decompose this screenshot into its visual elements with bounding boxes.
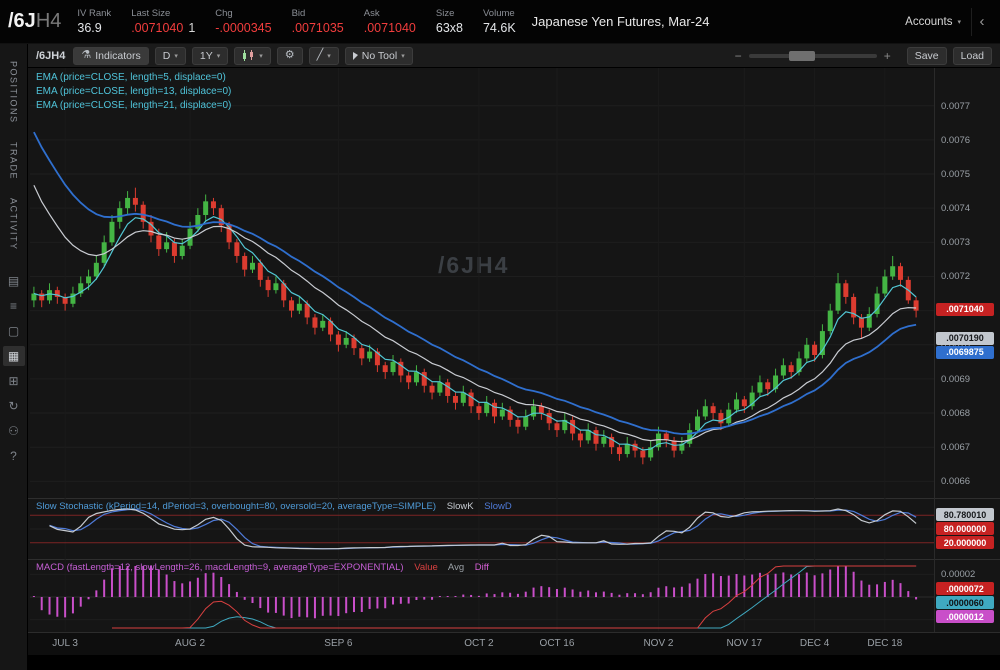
- quote-field-label: Size: [436, 8, 463, 19]
- load-button[interactable]: Load: [953, 47, 992, 65]
- bottom-strip: [0, 655, 1000, 670]
- quote-field-value: .0071035: [292, 21, 344, 35]
- price-axis[interactable]: [935, 68, 1000, 632]
- quote-field-chg: Chg -.0000345: [215, 8, 271, 35]
- quote-field-bid: Bid .0071035: [292, 8, 344, 35]
- collapse-panel-button[interactable]: ‹: [971, 8, 992, 36]
- zoom-out-button[interactable]: −: [735, 49, 742, 63]
- apps-icon[interactable]: ⊞: [3, 371, 25, 391]
- zoom-control: − +: [735, 49, 891, 63]
- quote-field-extra: 1: [188, 21, 195, 35]
- range-dropdown[interactable]: 1Y ▾: [192, 47, 228, 65]
- quote-field-value: 74.6K: [483, 21, 516, 35]
- quote-field-label: Last Size: [131, 8, 195, 19]
- accounts-dropdown[interactable]: Accounts ▾: [905, 16, 961, 28]
- left-sidebar: POSITIONSTRADEACTIVITY ▤ ≡ ▢ ▦ ⊞ ↻ ⚇?: [0, 44, 28, 670]
- symbol-label: /6JH4: [8, 10, 61, 33]
- header-right: Accounts ▾ ‹: [905, 8, 992, 36]
- chevron-down-icon: ▾: [401, 52, 405, 60]
- chart-settings-button[interactable]: ⚙: [277, 47, 303, 65]
- quote-field-value: .00710401: [131, 21, 195, 35]
- chevron-down-icon: ▾: [217, 52, 221, 60]
- quote-field-label: Bid: [292, 8, 344, 19]
- help-icon[interactable]: ?: [3, 446, 25, 466]
- range-value: 1Y: [200, 50, 213, 62]
- quote-field-value: -.0000345: [215, 21, 271, 35]
- flask-icon: ⚗: [81, 50, 91, 61]
- active-tool-value: No Tool: [362, 50, 397, 62]
- active-tool-dropdown[interactable]: No Tool ▾: [345, 47, 413, 65]
- save-button[interactable]: Save: [907, 47, 947, 65]
- chart-canvas[interactable]: [28, 68, 934, 631]
- sidebar-gadget-icons: ▤ ≡ ▢ ▦ ⊞ ↻ ⚇?: [3, 271, 25, 466]
- quote-header: /6JH4 IV Rank36.9Last Size.00710401Chg-.…: [0, 0, 1000, 44]
- quote-strip: IV Rank36.9Last Size.00710401Chg-.000034…: [77, 8, 515, 35]
- chart-symbol-label: /6JH4: [36, 50, 65, 62]
- quote-field-iv-rank: IV Rank 36.9: [77, 8, 111, 35]
- zoom-in-button[interactable]: +: [884, 49, 891, 63]
- accounts-label: Accounts: [905, 16, 952, 28]
- chevron-down-icon: ▾: [174, 52, 178, 60]
- chart-gadget-icon[interactable]: ▦: [3, 346, 25, 366]
- gear-icon: ⚙: [285, 50, 295, 61]
- quote-field-size: Size 63x8: [436, 8, 463, 35]
- aggregation-dropdown[interactable]: D ▾: [155, 47, 186, 65]
- chart-toolbar: /6JH4 ⚗ Indicators D ▾ 1Y ▾ ▾ ⚙ ╱ ▾ No: [28, 44, 1000, 68]
- instrument-title: Japanese Yen Futures, Mar-24: [532, 14, 710, 29]
- quote-field-last-size: Last Size .00710401: [131, 8, 195, 35]
- history-icon[interactable]: ↻: [3, 396, 25, 416]
- sidebar-tab-trade[interactable]: TRADE: [9, 133, 19, 189]
- time-axis[interactable]: [28, 632, 934, 655]
- cursor-icon: [353, 52, 358, 60]
- indicators-button[interactable]: ⚗ Indicators: [73, 47, 148, 65]
- symbol-root: /6J: [8, 10, 36, 32]
- users-icon[interactable]: ⚇: [3, 421, 25, 441]
- quote-field-volume: Volume 74.6K: [483, 8, 516, 35]
- app-window: /6JH4 IV Rank36.9Last Size.00710401Chg-.…: [0, 0, 1000, 670]
- aggregation-value: D: [163, 50, 171, 62]
- quote-field-ask: Ask .0071040: [364, 8, 416, 35]
- chevron-down-icon: ▾: [957, 18, 961, 26]
- quote-field-label: Volume: [483, 8, 516, 19]
- quote-field-label: Chg: [215, 8, 271, 19]
- candlestick-chart-icon: [242, 50, 255, 61]
- quote-field-value: .0071040: [364, 21, 416, 35]
- chart-type-button[interactable]: ▾: [234, 47, 271, 65]
- indicators-label: Indicators: [95, 50, 141, 62]
- menu-icon[interactable]: ≡: [3, 296, 25, 316]
- watchlist-icon[interactable]: ▤: [3, 271, 25, 291]
- sidebar-tab-activity[interactable]: ACTIVITY: [9, 189, 19, 260]
- zoom-slider-track[interactable]: [749, 54, 877, 58]
- drawing-tools-button[interactable]: ╱ ▾: [309, 47, 339, 65]
- chevron-down-icon: ▾: [259, 52, 263, 60]
- quote-field-value: 63x8: [436, 21, 463, 35]
- quote-field-value: 36.9: [77, 21, 111, 35]
- quote-field-label: IV Rank: [77, 8, 111, 19]
- drawing-tools-icon: ╱: [317, 50, 324, 61]
- sidebar-tab-positions[interactable]: POSITIONS: [9, 52, 19, 133]
- quote-field-label: Ask: [364, 8, 416, 19]
- zoom-slider-handle[interactable]: [789, 51, 815, 61]
- chevron-down-icon: ▾: [327, 52, 331, 60]
- symbol-contract: H4: [36, 10, 62, 32]
- notes-icon[interactable]: ▢: [3, 321, 25, 341]
